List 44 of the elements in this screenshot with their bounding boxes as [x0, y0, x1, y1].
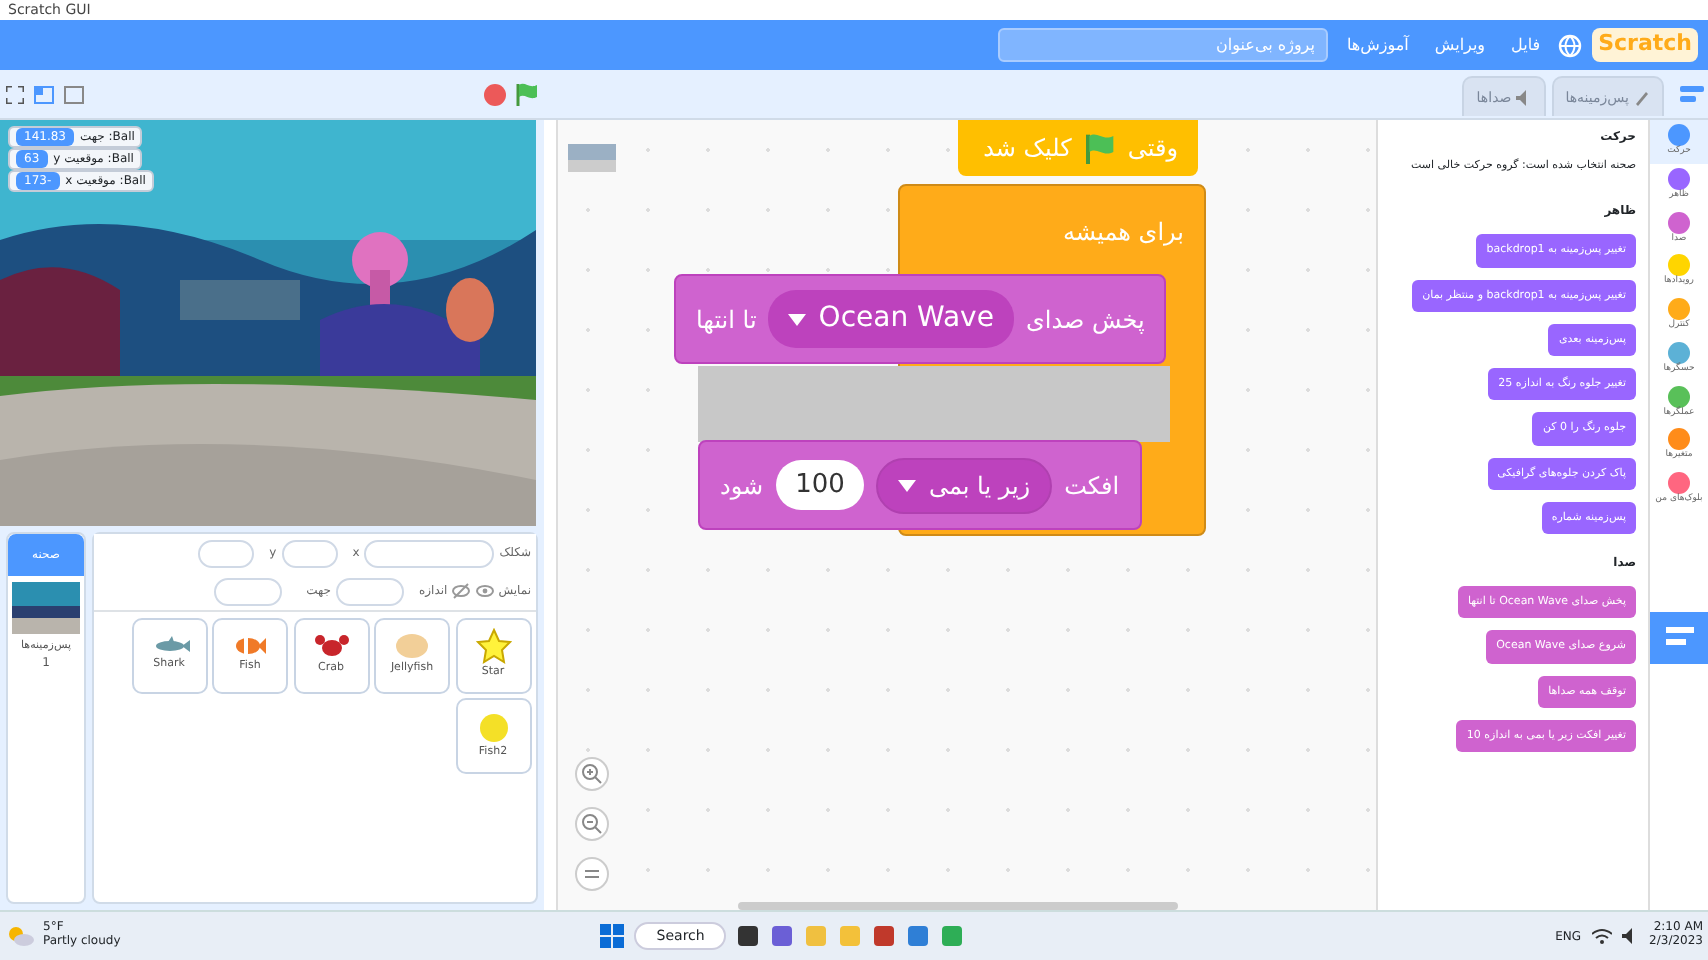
small-stage-icon[interactable] [33, 85, 53, 103]
crab-icon [313, 632, 349, 661]
effect-dropdown[interactable]: زیر یا بمی [876, 457, 1053, 513]
y-field[interactable] [198, 539, 255, 567]
flag-icon[interactable] [515, 82, 537, 106]
large-stage-icon[interactable] [63, 85, 83, 103]
reset-zoom-icon[interactable] [574, 856, 610, 892]
size-field[interactable] [336, 577, 404, 605]
brush-icon [1634, 89, 1650, 106]
caret-icon [788, 313, 807, 325]
block-text: کلیک شد [983, 132, 1072, 166]
zoom-out-icon[interactable] [574, 806, 610, 842]
block-text: افکت [1064, 469, 1120, 503]
block-text: وقتی [1127, 132, 1178, 166]
menu-item[interactable]: فایل [1503, 33, 1549, 57]
fish-icon [475, 711, 511, 744]
app-icon[interactable] [872, 924, 897, 948]
zoom-in-icon[interactable] [574, 756, 610, 792]
block-text: تا انتها [696, 303, 757, 337]
flag-icon [1083, 132, 1116, 164]
sound-dropdown[interactable]: Ocean Wave [768, 290, 1014, 348]
block-text: برای همیشه [1062, 216, 1184, 250]
fullscreen-icon[interactable] [5, 85, 23, 103]
code-tab-icon[interactable] [1679, 84, 1703, 104]
fish-icon [232, 634, 268, 659]
eye-icon[interactable] [475, 582, 494, 600]
block-text: پخش صدای [1025, 303, 1145, 337]
star-icon [475, 628, 511, 665]
menu-item[interactable]: آموزش‌ها [1338, 33, 1417, 57]
name-field[interactable] [364, 539, 495, 567]
caret-icon [898, 479, 917, 491]
eye-hidden-icon[interactable] [452, 582, 471, 600]
wifi-icon[interactable] [1591, 928, 1612, 944]
menu-item[interactable]: ویرایش [1426, 33, 1494, 57]
jellyfish-icon [394, 632, 430, 661]
extension-icon[interactable] [1650, 611, 1708, 664]
direction-field[interactable] [213, 577, 282, 605]
globe-icon[interactable] [1558, 33, 1583, 57]
weather-icon[interactable] [5, 924, 33, 948]
start-icon[interactable] [600, 924, 625, 948]
number-input[interactable]: 100 [775, 459, 865, 511]
x-field[interactable] [281, 539, 338, 567]
stop-button[interactable] [483, 83, 505, 105]
block-text: شود [720, 469, 764, 503]
